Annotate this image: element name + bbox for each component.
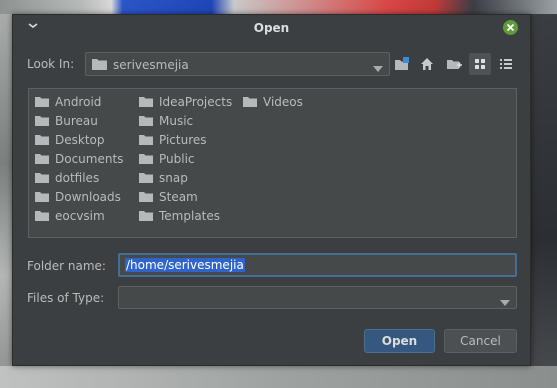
folder-icon	[139, 115, 153, 129]
look-in-value: serivesmejia	[113, 58, 189, 72]
file-list[interactable]: Android Bureau Desktop Documents dotfile…	[28, 88, 517, 238]
folder-icon	[35, 172, 49, 186]
folder-name-label: Folder name:	[27, 259, 106, 273]
folder-icon	[35, 115, 49, 129]
look-in-dropdown[interactable]: serivesmejia	[85, 52, 390, 76]
desktop-background-bottom	[0, 366, 557, 388]
desktop-background-left	[0, 14, 12, 388]
folder-name-input[interactable]: /home/serivesmejia	[118, 253, 517, 277]
folder-icon	[35, 210, 49, 224]
folder-icon	[139, 191, 153, 205]
close-icon[interactable]	[503, 20, 518, 35]
dropdown-arrow-icon	[373, 61, 383, 75]
open-dialog: Open Look In: serivesmejia Android Burea…	[12, 14, 531, 366]
look-in-label: Look In:	[27, 57, 75, 71]
open-button[interactable]: Open	[364, 329, 435, 353]
desktop-background-top	[0, 0, 557, 14]
folder-icon	[35, 96, 49, 110]
new-folder-icon[interactable]	[391, 53, 413, 75]
file-type-label: Files of Type:	[27, 291, 105, 305]
details-view-icon[interactable]	[495, 53, 517, 75]
folder-icon	[139, 153, 153, 167]
desktop-background-right	[531, 14, 557, 388]
dropdown-arrow-icon	[500, 295, 510, 309]
folder-icon	[92, 58, 107, 73]
folder-icon	[139, 96, 153, 110]
folder-icon	[35, 191, 49, 205]
file-type-dropdown[interactable]	[118, 286, 517, 309]
home-icon[interactable]	[416, 53, 438, 75]
dialog-title: Open	[253, 21, 290, 35]
folder-icon	[35, 153, 49, 167]
folder-icon	[139, 210, 153, 224]
folder-icon	[139, 134, 153, 148]
folder-icon	[243, 96, 257, 110]
folder-up-icon[interactable]	[443, 53, 465, 75]
list-view-icon[interactable]	[469, 53, 491, 75]
folder-name-value: /home/serivesmejia	[125, 258, 245, 272]
folder-icon	[35, 134, 49, 148]
title-bar: Open	[13, 15, 530, 43]
cancel-button[interactable]: Cancel	[444, 329, 517, 353]
folder-icon	[139, 172, 153, 186]
